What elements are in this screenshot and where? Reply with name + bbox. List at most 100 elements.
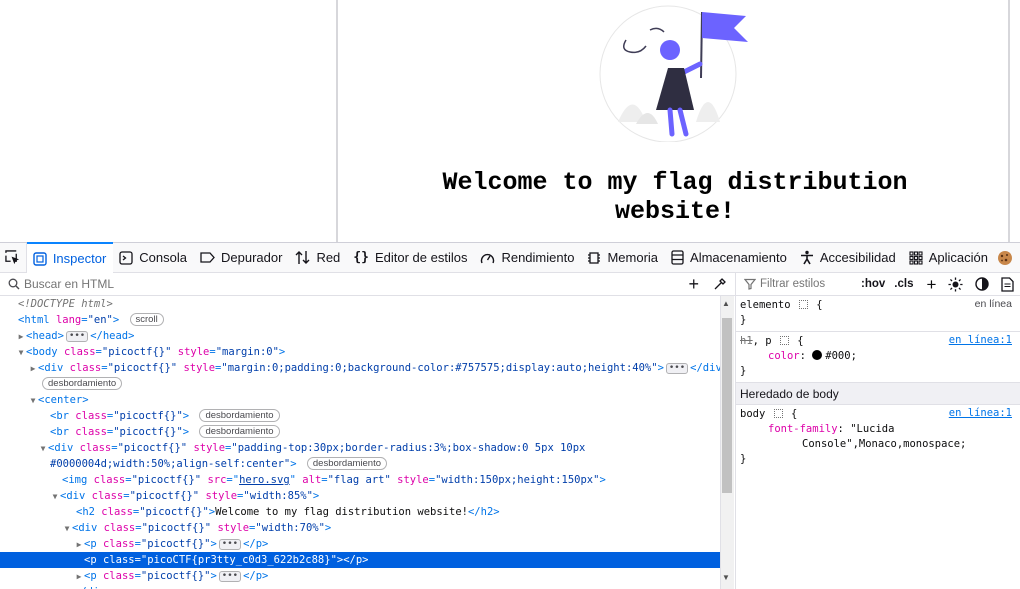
storage-icon: [671, 250, 684, 265]
markup-div-close[interactable]: </div>: [0, 584, 720, 589]
collapse-twisty[interactable]: ▼: [62, 521, 72, 537]
markup-div-node[interactable]: ▼ <div class="picoctf{}" style="width:85%…: [0, 488, 720, 504]
expand-twisty[interactable]: ▶: [28, 361, 38, 377]
overflow-badge[interactable]: desbordamiento: [199, 425, 280, 438]
collapsed-content-button[interactable]: •••: [218, 571, 242, 582]
element-picker-button[interactable]: [0, 242, 27, 273]
markup-div-node[interactable]: ▼ <div class="picoctf{}" style="width:70%…: [0, 520, 720, 536]
markup-badge-line: desbordamiento: [0, 376, 720, 392]
page-border: [336, 0, 338, 242]
overflow-badge[interactable]: desbordamiento: [199, 409, 280, 422]
collapsed-content-button[interactable]: •••: [218, 539, 242, 550]
collapsed-content-button[interactable]: •••: [665, 363, 689, 374]
unmatched-selector: h1: [740, 335, 753, 347]
markup-wrapped-line[interactable]: #0000004d;width:50%;align-self:center"> …: [0, 456, 720, 472]
tab-console[interactable]: Consola: [113, 243, 194, 273]
expand-twisty[interactable]: ▶: [74, 537, 84, 553]
rule-source: en línea: [974, 298, 1012, 310]
dark-theme-icon[interactable]: [975, 277, 990, 291]
collapsed-content-button[interactable]: •••: [65, 331, 89, 342]
tab-label: Depurador: [221, 250, 283, 265]
tab-label: Aplicación: [928, 250, 988, 265]
tab-label: Red: [316, 250, 341, 265]
css-rule[interactable]: h1, p { en línea:1 color: #000; }: [736, 332, 1020, 383]
color-swatch[interactable]: [812, 350, 823, 360]
accessibility-icon: [800, 250, 813, 265]
tab-accessibility[interactable]: Accesibilidad: [794, 243, 903, 273]
css-value[interactable]: #000: [825, 350, 850, 362]
tab-label: Memoria: [607, 250, 659, 265]
light-theme-icon[interactable]: [948, 276, 963, 292]
image-src-link[interactable]: hero.svg: [239, 474, 290, 486]
tab-label: Consola: [139, 250, 187, 265]
markup-h2-node[interactable]: <h2 class="picoctf{}">Welcome to my flag…: [0, 504, 720, 520]
tab-memory[interactable]: Memoria: [581, 243, 665, 273]
rule-selector: body: [740, 408, 766, 420]
markup-p-node[interactable]: ▶ <p class="picoctf{}"> ••• </p>: [0, 536, 720, 552]
scroll-up-arrow-icon[interactable]: ▲: [722, 299, 730, 308]
element-rule[interactable]: elemento { en línea }: [736, 296, 1020, 332]
tab-debugger[interactable]: Depurador: [194, 243, 289, 273]
tab-storage[interactable]: Almacenamiento: [665, 243, 794, 273]
eyedropper-icon[interactable]: [713, 277, 727, 291]
collapse-twisty[interactable]: ▼: [38, 441, 48, 457]
markup-p-node[interactable]: ▶ <p class="picoctf{}"> ••• </p>: [0, 568, 720, 584]
tab-style-editor[interactable]: {} Editor de estilos: [347, 243, 474, 273]
add-rule-button[interactable]: +: [926, 276, 936, 293]
markup-div-node[interactable]: ▼ <div class="picoctf{}" style="padding-t…: [0, 440, 720, 456]
tab-label: Accesibilidad: [819, 250, 896, 265]
page-heading: Welcome to my flag distribution website!: [442, 168, 908, 226]
memory-icon: [588, 251, 601, 264]
performance-icon: [481, 253, 495, 263]
tab-inspector[interactable]: Inspector: [26, 242, 114, 273]
cookie-icon: [998, 250, 1012, 265]
markup-head-node[interactable]: ▶ <head> ••• </head>: [0, 328, 720, 344]
expand-twisty[interactable]: ▶: [16, 329, 26, 345]
css-value-continued: Console",Monaco,monospace: [802, 438, 961, 450]
extension-tab[interactable]: [995, 243, 1020, 273]
rules-toolbar: :hov .cls +: [736, 273, 1020, 296]
rule-source-link[interactable]: en línea:1: [949, 334, 1012, 346]
rule-selector: elemento: [740, 299, 791, 311]
tab-performance[interactable]: Rendimiento: [474, 243, 581, 273]
devtools-toolbar: Inspector Consola Depurador Red {} Edito…: [0, 242, 1020, 273]
add-node-button[interactable]: +: [688, 275, 699, 293]
overflow-badge[interactable]: desbordamiento: [42, 377, 123, 390]
markup-br-node[interactable]: <br class="picoctf{}"> desbordamiento: [0, 408, 720, 424]
markup-html-node[interactable]: <html lang="en"> scroll: [0, 312, 720, 328]
expand-twisty[interactable]: ▶: [74, 569, 84, 585]
flag-art-image: [599, 5, 748, 142]
filter-icon: [744, 278, 756, 290]
markup-center-node[interactable]: ▼ <center>: [0, 392, 720, 408]
collapse-twisty[interactable]: ▼: [16, 345, 26, 361]
collapse-twisty[interactable]: ▼: [28, 393, 38, 409]
tab-label: Rendimiento: [501, 250, 575, 265]
markup-p-node-selected[interactable]: <p class="picoCTF{pr3tty_c0d3_622b2c88}"…: [0, 552, 720, 568]
css-rule[interactable]: body { en línea:1 font-family: "Lucida C…: [736, 405, 1020, 470]
markup-br-node[interactable]: <br class="picoctf{}"> desbordamiento: [0, 424, 720, 440]
class-toggle[interactable]: .cls: [894, 278, 913, 290]
style-editor-icon: {}: [353, 250, 369, 265]
markup-div-node[interactable]: ▶ <div class="picoctf{}" style="margin:0;…: [0, 360, 720, 376]
markup-doctype[interactable]: <!DOCTYPE html>: [0, 296, 720, 312]
markup-body-node[interactable]: ▼ <body class="picoctf{}" style="margin:0…: [0, 344, 720, 360]
console-icon: [119, 250, 133, 265]
css-value[interactable]: "Lucida: [850, 423, 894, 435]
css-property[interactable]: color: [768, 350, 800, 362]
css-property[interactable]: font-family: [768, 423, 838, 435]
html-search-input[interactable]: [20, 277, 620, 291]
scroll-badge[interactable]: scroll: [129, 313, 164, 326]
collapse-twisty[interactable]: ▼: [50, 489, 60, 505]
scroll-down-arrow-icon[interactable]: ▼: [722, 573, 730, 582]
markup-img-node[interactable]: <img class="picoctf{}" src="hero.svg" al…: [0, 472, 720, 488]
markup-scrollbar-thumb[interactable]: [722, 318, 732, 493]
overflow-badge[interactable]: desbordamiento: [306, 457, 388, 470]
tab-network[interactable]: Red: [289, 243, 347, 273]
print-media-icon[interactable]: [1001, 276, 1015, 292]
tab-application[interactable]: Aplicación: [903, 243, 995, 273]
rule-source-link[interactable]: en línea:1: [949, 407, 1012, 419]
filter-styles-input[interactable]: [760, 278, 855, 290]
grid-icon: [779, 336, 789, 345]
hover-state-toggle[interactable]: :hov: [861, 278, 885, 290]
grid-icon: [798, 300, 808, 309]
